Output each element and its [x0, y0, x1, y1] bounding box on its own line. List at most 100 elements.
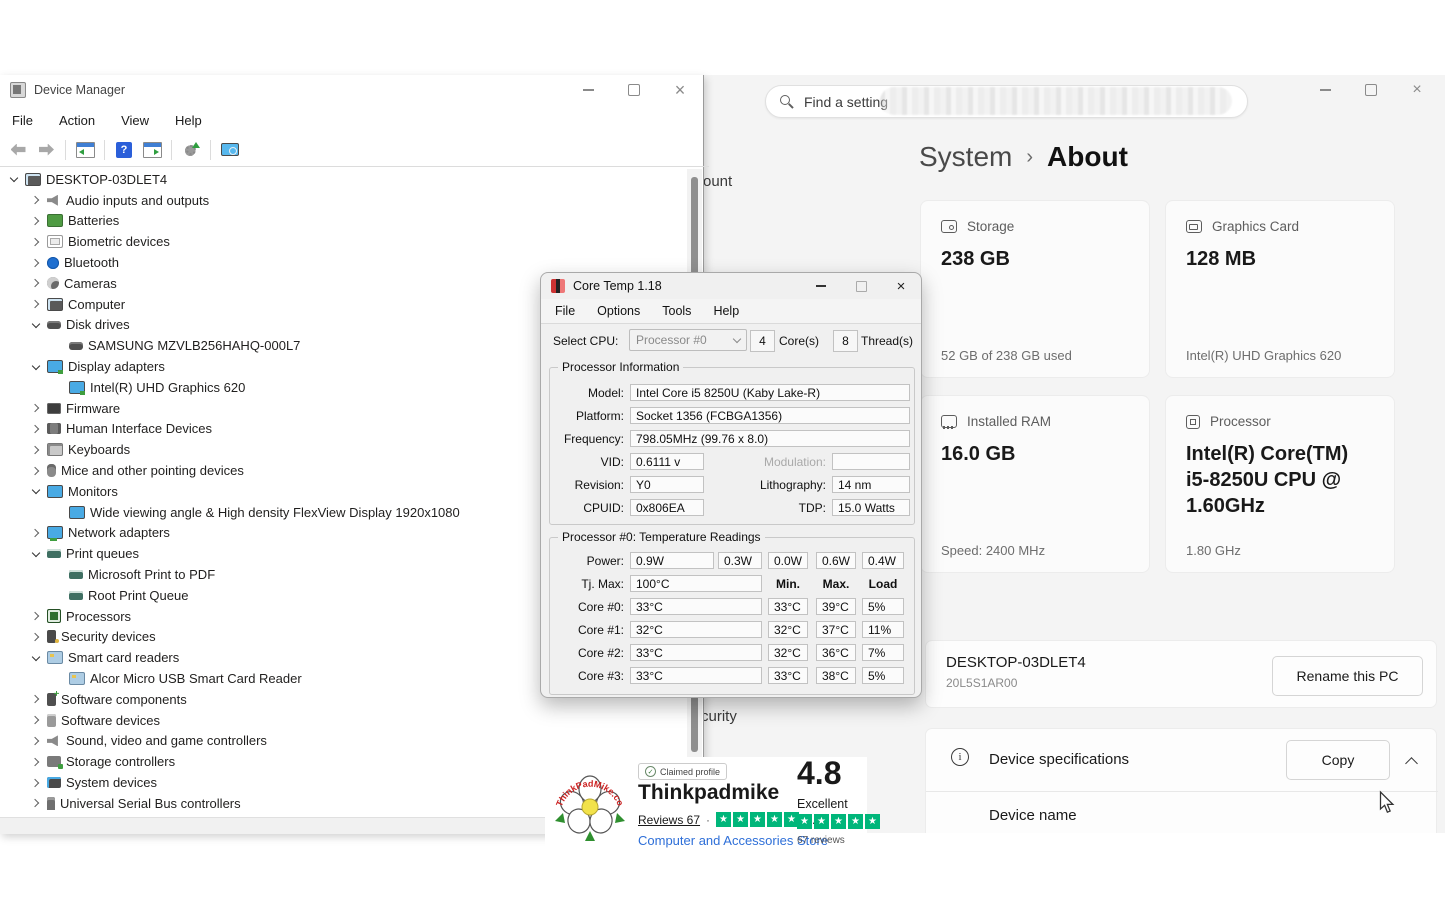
- tree-chevron-icon[interactable]: [52, 589, 64, 601]
- tree-chevron-icon[interactable]: [30, 693, 42, 705]
- tree-chevron-icon[interactable]: [30, 194, 42, 206]
- tree-item[interactable]: Software devices: [0, 710, 686, 731]
- vid-label: VID:: [550, 455, 624, 469]
- tree-item-label: Wide viewing angle & High density FlexVi…: [90, 505, 460, 520]
- tree-chevron-icon[interactable]: [30, 735, 42, 747]
- tree-chevron-icon[interactable]: [30, 277, 42, 289]
- tdp-label: TDP:: [730, 501, 826, 515]
- tree-chevron-icon[interactable]: [30, 777, 42, 789]
- tree-item[interactable]: Batteries: [0, 211, 686, 232]
- menu-item[interactable]: Options: [597, 304, 640, 318]
- tree-chevron-icon[interactable]: [30, 631, 42, 643]
- close-button[interactable]: ×: [1394, 75, 1440, 105]
- tree-chevron-icon[interactable]: [52, 340, 64, 352]
- minimize-button[interactable]: [565, 75, 611, 105]
- tree-item[interactable]: Audio inputs and outputs: [0, 190, 686, 211]
- tree-chevron-icon[interactable]: [30, 797, 42, 809]
- lithography-field: 14 nm: [832, 476, 910, 493]
- menu-bar: File Action View Help: [0, 107, 715, 133]
- back-button[interactable]: [6, 138, 30, 162]
- tree-chevron-icon[interactable]: [30, 423, 42, 435]
- star-rating-icons: ★★★★★: [716, 812, 799, 827]
- show-console-tree-button[interactable]: [73, 138, 97, 162]
- device-view-button[interactable]: [218, 138, 242, 162]
- coretemp-app-icon: [551, 279, 565, 293]
- core-current-field: 32°C: [630, 621, 762, 638]
- maximize-button[interactable]: [841, 273, 881, 299]
- tree-chevron-icon[interactable]: [30, 402, 42, 414]
- pixelated-watermark: [880, 87, 1232, 115]
- card-footer: 1.80 GHz: [1186, 543, 1374, 558]
- tree-chevron-icon[interactable]: [30, 465, 42, 477]
- tree-chevron-icon[interactable]: [30, 610, 42, 622]
- lithography-label: Lithography:: [730, 478, 826, 492]
- tree-chevron-icon[interactable]: [30, 236, 42, 248]
- tree-item[interactable]: Biometric devices: [0, 231, 686, 252]
- separator[interactable]: [104, 140, 105, 160]
- tree-chevron-icon[interactable]: [30, 257, 42, 269]
- separator[interactable]: [210, 140, 211, 160]
- cpu-dropdown[interactable]: Processor #0: [629, 329, 747, 351]
- minimize-button[interactable]: [1302, 75, 1348, 105]
- tree-item-label: Security devices: [61, 629, 156, 644]
- separator[interactable]: [65, 140, 66, 160]
- tree-chevron-icon[interactable]: [30, 444, 42, 456]
- core-label: Core #2:: [550, 646, 624, 660]
- tree-item-label: Cameras: [64, 276, 117, 291]
- menu-item[interactable]: File: [555, 304, 575, 318]
- tree-chevron-icon[interactable]: [30, 485, 42, 497]
- tree-item-label: Batteries: [68, 213, 119, 228]
- reviews-link[interactable]: Reviews 67: [638, 813, 700, 827]
- forward-button[interactable]: [34, 138, 58, 162]
- menu-item[interactable]: Action: [59, 113, 95, 128]
- menu-item[interactable]: View: [121, 113, 149, 128]
- menu-item[interactable]: File: [12, 113, 33, 128]
- core-label: Core #0:: [550, 600, 624, 614]
- device-category-icon: [47, 714, 56, 727]
- group-title: Processor #0: Temperature Readings: [558, 530, 765, 544]
- properties-button[interactable]: [140, 138, 164, 162]
- tree-chevron-icon[interactable]: [30, 527, 42, 539]
- close-button[interactable]: ×: [881, 273, 921, 299]
- tree-chevron-icon[interactable]: [30, 298, 42, 310]
- menu-item[interactable]: Help: [175, 113, 202, 128]
- tree-chevron-icon[interactable]: [30, 756, 42, 768]
- copy-button[interactable]: Copy: [1286, 740, 1390, 780]
- tree-chevron-icon[interactable]: [52, 381, 64, 393]
- maximize-button[interactable]: [1348, 75, 1394, 105]
- settings-window-controls: ×: [1302, 75, 1440, 105]
- tree-chevron-icon[interactable]: [30, 548, 42, 560]
- tree-chevron-icon[interactable]: [52, 569, 64, 581]
- store-name: Thinkpadmike: [638, 781, 779, 805]
- tree-chevron-icon[interactable]: [30, 215, 42, 227]
- card-value: 238 GB: [941, 246, 1129, 272]
- menu-item[interactable]: Tools: [662, 304, 691, 318]
- tree-chevron-icon[interactable]: [52, 506, 64, 518]
- menu-item[interactable]: Help: [713, 304, 739, 318]
- minimize-button[interactable]: [801, 273, 841, 299]
- select-cpu-row: Select CPU: Processor #0 4 Core(s) 8 Thr…: [541, 329, 921, 355]
- chevron-up-icon[interactable]: [1405, 757, 1418, 770]
- tree-chevron-icon[interactable]: [30, 714, 42, 726]
- help-button[interactable]: ?: [112, 138, 136, 162]
- cpuid-label: CPUID:: [550, 501, 624, 515]
- device-specifications-title: Device specifications: [989, 751, 1129, 768]
- tree-chevron-icon[interactable]: [8, 173, 20, 185]
- scan-hardware-changes-button[interactable]: [179, 138, 203, 162]
- tree-item[interactable]: DESKTOP-03DLET4: [0, 169, 686, 190]
- tree-chevron-icon[interactable]: [30, 319, 42, 331]
- core-min-field: 32°C: [768, 621, 808, 638]
- separator[interactable]: [171, 140, 172, 160]
- tree-chevron-icon[interactable]: [52, 673, 64, 685]
- tree-chevron-icon[interactable]: [30, 361, 42, 373]
- max-header: Max.: [816, 577, 856, 591]
- tree-item[interactable]: Sound, video and game controllers: [0, 731, 686, 752]
- tree-chevron-icon[interactable]: [30, 652, 42, 664]
- card-icon: [941, 220, 957, 233]
- rename-pc-button[interactable]: Rename this PC: [1272, 656, 1423, 696]
- breadcrumb-system[interactable]: System: [919, 141, 1012, 173]
- close-button[interactable]: ×: [657, 75, 703, 105]
- device-model: 20L5S1AR00: [946, 676, 1017, 690]
- tree-item[interactable]: Bluetooth: [0, 252, 686, 273]
- maximize-button[interactable]: [611, 75, 657, 105]
